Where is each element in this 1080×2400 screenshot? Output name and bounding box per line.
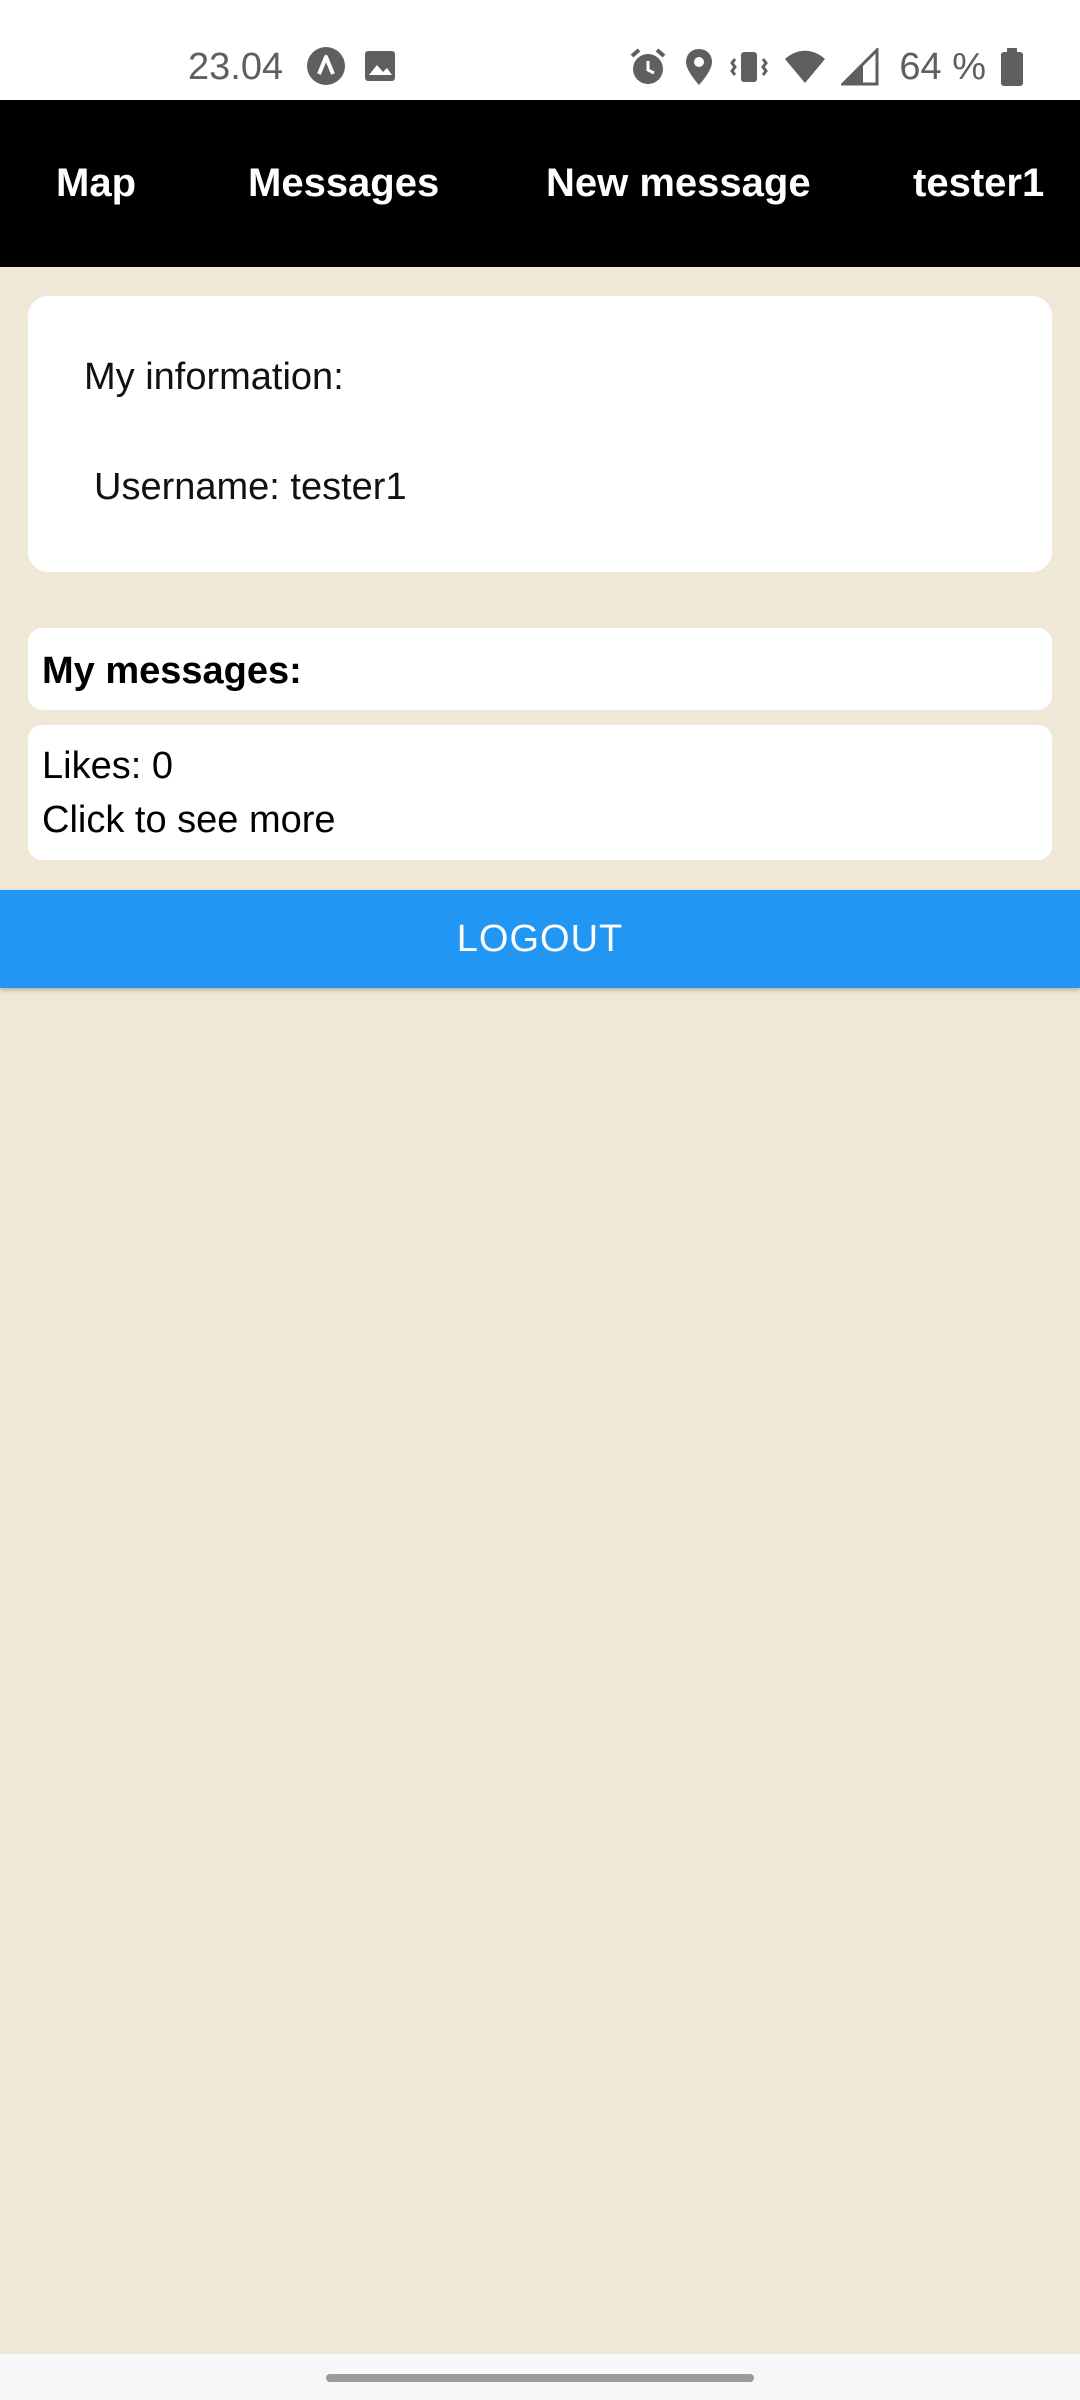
image-icon [362,48,398,84]
battery-percent: 64 % [899,46,986,88]
top-nav: Map Messages New message tester1 [0,100,1080,267]
vibrate-icon [729,47,769,87]
message-likes: Likes: 0 [42,745,173,787]
my-messages-label: My messages: [42,650,302,692]
signal-icon [841,48,879,86]
location-icon [683,47,715,87]
alarm-icon [627,46,669,88]
nav-user[interactable]: tester1 [913,100,1044,267]
wifi-icon [783,49,827,85]
nav-new-message[interactable]: New message [546,100,811,267]
gesture-handle[interactable] [326,2374,754,2382]
logout-button[interactable]: LOGOUT [0,890,1080,988]
nav-map[interactable]: Map [56,100,136,267]
status-left-icons [306,46,398,86]
battery-icon [1000,47,1024,87]
my-messages-header: My messages: [28,628,1052,710]
gesture-nav-area [0,2354,1080,2400]
status-right-icons: 64 % [627,44,1024,90]
message-see-more: Click to see more [42,799,336,841]
nav-messages[interactable]: Messages [248,100,439,267]
my-information-card: My information: Username: tester1 [28,296,1052,572]
message-item[interactable]: Likes: 0 Click to see more [28,725,1052,860]
info-username: Username: tester1 [94,466,407,508]
info-title: My information: [84,356,344,398]
status-bar: 23.04 64 % [0,0,1080,100]
status-time: 23.04 [188,46,284,88]
app-a-icon [306,46,346,86]
